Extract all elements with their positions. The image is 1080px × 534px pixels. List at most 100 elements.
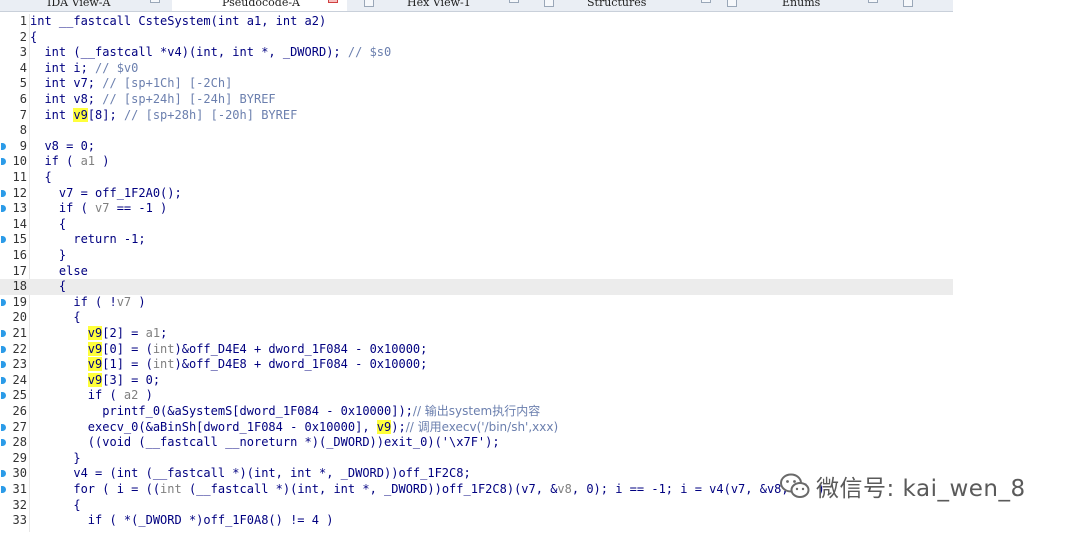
line-number: 5 <box>19 76 27 91</box>
code-line[interactable]: 6 int v8; // [sp+24h] [-24h] BYREF <box>0 92 953 108</box>
code-token: } <box>30 450 81 465</box>
pseudocode-view[interactable]: 1 int __fastcall CsteSystem(int a1, int a… <box>0 14 953 534</box>
code-line[interactable]: 14 { <box>0 217 953 233</box>
tab-close-icon[interactable] <box>868 0 878 3</box>
code-text: printf_0(&aSystemS[dword_1F084 - 0x10000… <box>30 404 540 420</box>
code-line[interactable]: 3 int (__fastcall *v4)(int, int *, _DWOR… <box>0 45 953 61</box>
tab-close-icon[interactable] <box>150 0 160 3</box>
line-number: 11 <box>12 170 27 184</box>
code-line[interactable]: 12 v7 = off_1F2A0(); <box>0 186 953 202</box>
code-line[interactable]: 27 execv_0(&aBinSh[dword_1F084 - 0x10000… <box>0 419 953 436</box>
code-line[interactable]: 2{ <box>0 30 953 46</box>
tab-ida-view-a[interactable]: IDA View-A <box>0 0 160 11</box>
code-token: [0] = ( <box>102 341 153 356</box>
code-token: if ( <box>30 388 124 403</box>
line-number: 6 <box>19 92 27 106</box>
code-comment: // 调用execv('/bin/sh',xxx) <box>405 419 559 434</box>
code-token: { <box>30 279 67 294</box>
line-number: 20 <box>12 310 27 325</box>
code-comment: // [sp+28h] [-20h] BYREF <box>123 107 298 122</box>
line-number: 18 <box>12 279 27 294</box>
code-text: } <box>30 248 66 264</box>
code-text: { <box>30 279 66 295</box>
code-token: for ( i = (( <box>30 482 161 496</box>
tab-hex-view-1[interactable]: Hex View-1 <box>377 0 527 11</box>
code-token: { <box>30 29 38 44</box>
code-line[interactable]: 9 v8 = 0; <box>0 139 953 155</box>
code-token: int <box>152 357 175 372</box>
code-line[interactable]: 1 int __fastcall CsteSystem(int a1, int a… <box>0 14 953 30</box>
line-number: 10 <box>12 154 27 169</box>
code-line[interactable]: 17 else <box>0 264 953 280</box>
code-line[interactable]: 5 int v7; // [sp+1Ch] [-2Ch] <box>0 76 953 92</box>
code-line[interactable]: 22 v9[0] = (int)&off_D4E4 + dword_1F084 … <box>0 341 953 358</box>
code-line[interactable]: 29 } <box>0 451 953 467</box>
tab-bar: IDA View-A Pseudocode-A Hex View-1 Struc… <box>0 0 953 12</box>
tab-close-icon[interactable] <box>509 0 519 3</box>
code-comment: // [sp+1Ch] [-2Ch] <box>102 76 233 91</box>
code-line[interactable]: 26 printf_0(&aSystemS[dword_1F084 - 0x10… <box>0 404 953 420</box>
highlighted-identifier: v9 <box>87 372 103 387</box>
code-comment: // $s0 <box>347 45 392 60</box>
line-number: 30 <box>12 466 27 481</box>
tab-structures[interactable]: Structures <box>557 0 717 11</box>
tab-pseudocode-a[interactable]: Pseudocode-A <box>172 0 347 11</box>
code-line[interactable]: 21 v9[2] = a1; <box>0 326 953 342</box>
code-token: )&off_D4E4 + dword_1F084 - 0x10000; <box>174 341 428 356</box>
code-token: a1 <box>145 326 161 340</box>
code-token: ((void (__fastcall __noreturn *)(_DWORD)… <box>30 435 500 450</box>
code-line[interactable]: 23 v9[1] = (int)&off_D4E8 + dword_1F084 … <box>0 357 953 373</box>
code-text: { <box>30 170 51 186</box>
code-line[interactable]: 24 v9[3] = 0; <box>0 372 953 389</box>
code-line[interactable]: 20 { <box>0 310 953 326</box>
code-token: ) <box>138 388 153 403</box>
code-line[interactable]: 18 { <box>0 279 953 295</box>
code-line[interactable]: 25 if ( a2 ) <box>0 388 953 404</box>
tab-close-icon[interactable] <box>328 0 338 3</box>
line-number: 7 <box>19 107 27 122</box>
code-text: { <box>30 310 80 326</box>
code-text: { <box>30 217 66 233</box>
line-number: 9 <box>19 138 27 153</box>
line-number: 15 <box>12 232 27 247</box>
line-number: 3 <box>19 45 27 60</box>
line-number: 14 <box>12 216 27 231</box>
code-token: int v7; <box>30 76 103 91</box>
code-line[interactable]: 13 if ( v7 == -1 ) <box>0 201 953 217</box>
code-line[interactable]: 33 if ( *(_DWORD *)off_1F0A8() != 4 ) <box>0 513 953 529</box>
code-token: int v8; <box>30 92 103 106</box>
code-line[interactable]: 16 } <box>0 248 953 264</box>
code-token: int <box>30 107 74 122</box>
code-text: { <box>30 498 80 514</box>
code-token: int i; <box>30 60 96 75</box>
tab-enums[interactable]: Enums <box>740 0 920 11</box>
code-token: ) <box>95 154 110 169</box>
code-line[interactable]: 10 if ( a1 ) <box>0 154 953 170</box>
tab-close-icon[interactable] <box>701 0 711 3</box>
line-number: 29 <box>12 450 27 465</box>
code-token: ); <box>391 419 406 434</box>
code-comment: // [sp+24h] [-24h] BYREF <box>102 92 276 106</box>
code-line[interactable]: 19 if ( !v7 ) <box>0 295 953 311</box>
code-line[interactable]: 28 ((void (__fastcall __noreturn *)(_DWO… <box>0 435 953 451</box>
code-token: v8 <box>557 482 572 496</box>
code-line[interactable]: 4 int i; // $v0 <box>0 61 953 77</box>
line-number: 33 <box>12 513 27 528</box>
code-token: )&off_D4E8 + dword_1F084 - 0x10000; <box>174 357 428 372</box>
line-number: 25 <box>12 388 27 403</box>
code-line[interactable]: 11 { <box>0 170 953 186</box>
line-number: 27 <box>12 419 27 434</box>
code-token: int __fastcall CsteSystem(int a1, int a2… <box>30 14 327 28</box>
code-text: if ( v7 == -1 ) <box>30 201 167 217</box>
code-line[interactable]: 7 int v9[8]; // [sp+28h] [-20h] BYREF <box>0 107 953 124</box>
code-token: ) <box>131 294 146 309</box>
code-text: { <box>30 30 37 46</box>
code-token: v7 <box>95 201 110 216</box>
code-token: [1] = ( <box>102 357 153 372</box>
code-line[interactable]: 15 return -1; <box>0 232 953 248</box>
code-token: { <box>30 216 67 231</box>
line-number: 32 <box>12 497 27 512</box>
code-line[interactable]: 8 <box>0 123 953 139</box>
code-text: execv_0(&aBinSh[dword_1F084 - 0x10000], … <box>30 419 559 436</box>
